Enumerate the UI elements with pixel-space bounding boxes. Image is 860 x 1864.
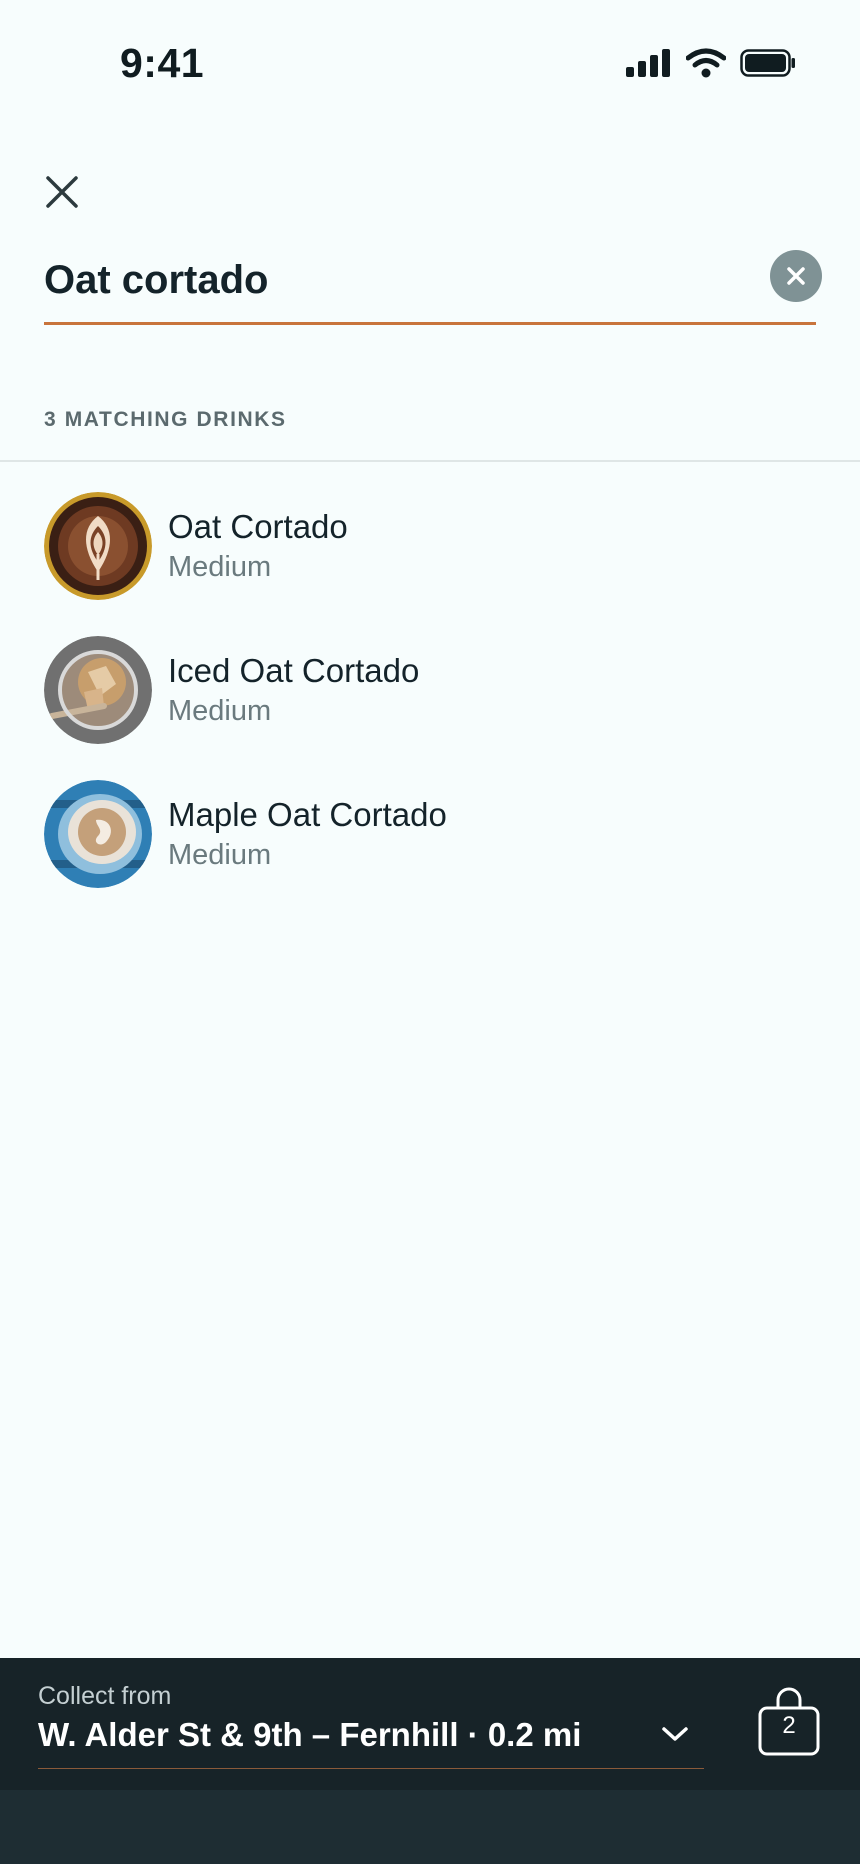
- drink-size: Medium: [168, 551, 272, 583]
- status-bar: 9:41: [0, 0, 860, 130]
- chevron-down-icon: [662, 1727, 688, 1741]
- results-list: Oat Cortado Medium Iced Oat Cortado Medi…: [0, 488, 860, 920]
- divider: [0, 460, 860, 462]
- drink-thumbnail: [44, 780, 152, 888]
- drink-thumbnail: [44, 636, 152, 744]
- bottom-safe-area: [0, 1790, 860, 1864]
- clear-search-button[interactable]: [770, 250, 822, 302]
- store-selector[interactable]: Collect from W. Alder St & 9th – Fernhil…: [38, 1678, 704, 1769]
- results-count-header: 3 MATCHING DRINKS: [44, 408, 287, 431]
- status-icons: [626, 48, 796, 78]
- wifi-icon: [686, 48, 726, 78]
- battery-icon: [740, 49, 795, 77]
- search-field: [44, 244, 822, 325]
- collect-from-label: Collect from: [38, 1682, 172, 1710]
- pickup-bar: Collect from W. Alder St & 9th – Fernhil…: [0, 1658, 860, 1790]
- drink-thumbnail: [44, 492, 152, 600]
- status-time: 9:41: [120, 40, 205, 86]
- store-name: W. Alder St & 9th – Fernhill · 0.2 mi: [38, 1716, 582, 1753]
- cellular-signal-icon: [626, 49, 670, 77]
- result-item-oat-cortado[interactable]: Oat Cortado Medium: [0, 488, 860, 632]
- bag-button[interactable]: 2: [758, 1686, 820, 1756]
- drink-name: Oat Cortado: [168, 508, 348, 545]
- bag-count: 2: [782, 1712, 796, 1739]
- clear-circle-x-icon: [787, 267, 805, 285]
- close-button[interactable]: [40, 170, 84, 214]
- search-input[interactable]: [44, 244, 744, 316]
- drink-size: Medium: [168, 839, 272, 871]
- drink-name: Iced Oat Cortado: [168, 652, 420, 689]
- close-icon: [46, 176, 78, 208]
- drink-name: Maple Oat Cortado: [168, 796, 447, 833]
- result-item-maple-oat-cortado[interactable]: Maple Oat Cortado Medium: [0, 776, 860, 920]
- drink-size: Medium: [168, 695, 272, 727]
- result-item-iced-oat-cortado[interactable]: Iced Oat Cortado Medium: [0, 632, 860, 776]
